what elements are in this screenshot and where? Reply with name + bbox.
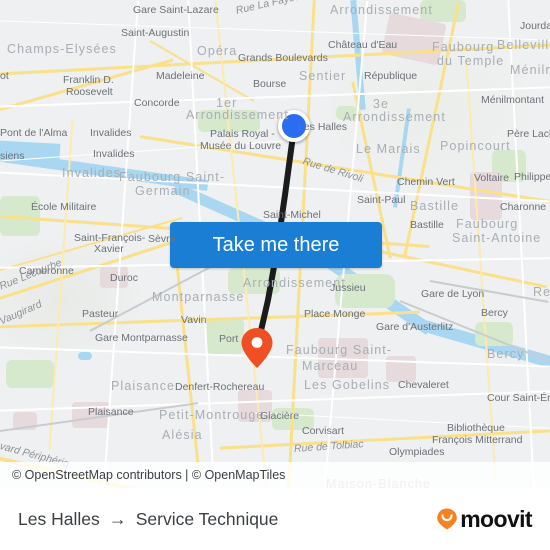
take-me-there-button[interactable]: Take me there — [170, 222, 382, 268]
attribution-text: © OpenStreetMap contributors | © OpenMap… — [12, 468, 286, 482]
app-root: Take me there Gare Saint-Lazare Rue La Fa… — [0, 0, 550, 550]
moovit-logo[interactable]: moovit — [436, 505, 533, 533]
map-canvas[interactable]: Take me there Gare Saint-Lazare Rue La Fa… — [0, 0, 550, 488]
origin-marker-les-halles[interactable] — [278, 110, 310, 142]
map-attribution: © OpenStreetMap contributors | © OpenMap… — [0, 462, 550, 488]
moovit-pin-icon — [437, 508, 458, 530]
destination-marker-service-technique[interactable] — [240, 326, 274, 370]
trip-origin: Les Halles — [18, 508, 100, 529]
footer-bar: Les Halles → Service Technique moovit — [0, 488, 550, 550]
arrow-right-icon: → — [108, 508, 127, 529]
trip-destination: Service Technique — [135, 508, 279, 529]
trip-summary: Les Halles → Service Technique — [18, 509, 278, 530]
moovit-wordmark: moovit — [460, 505, 532, 532]
